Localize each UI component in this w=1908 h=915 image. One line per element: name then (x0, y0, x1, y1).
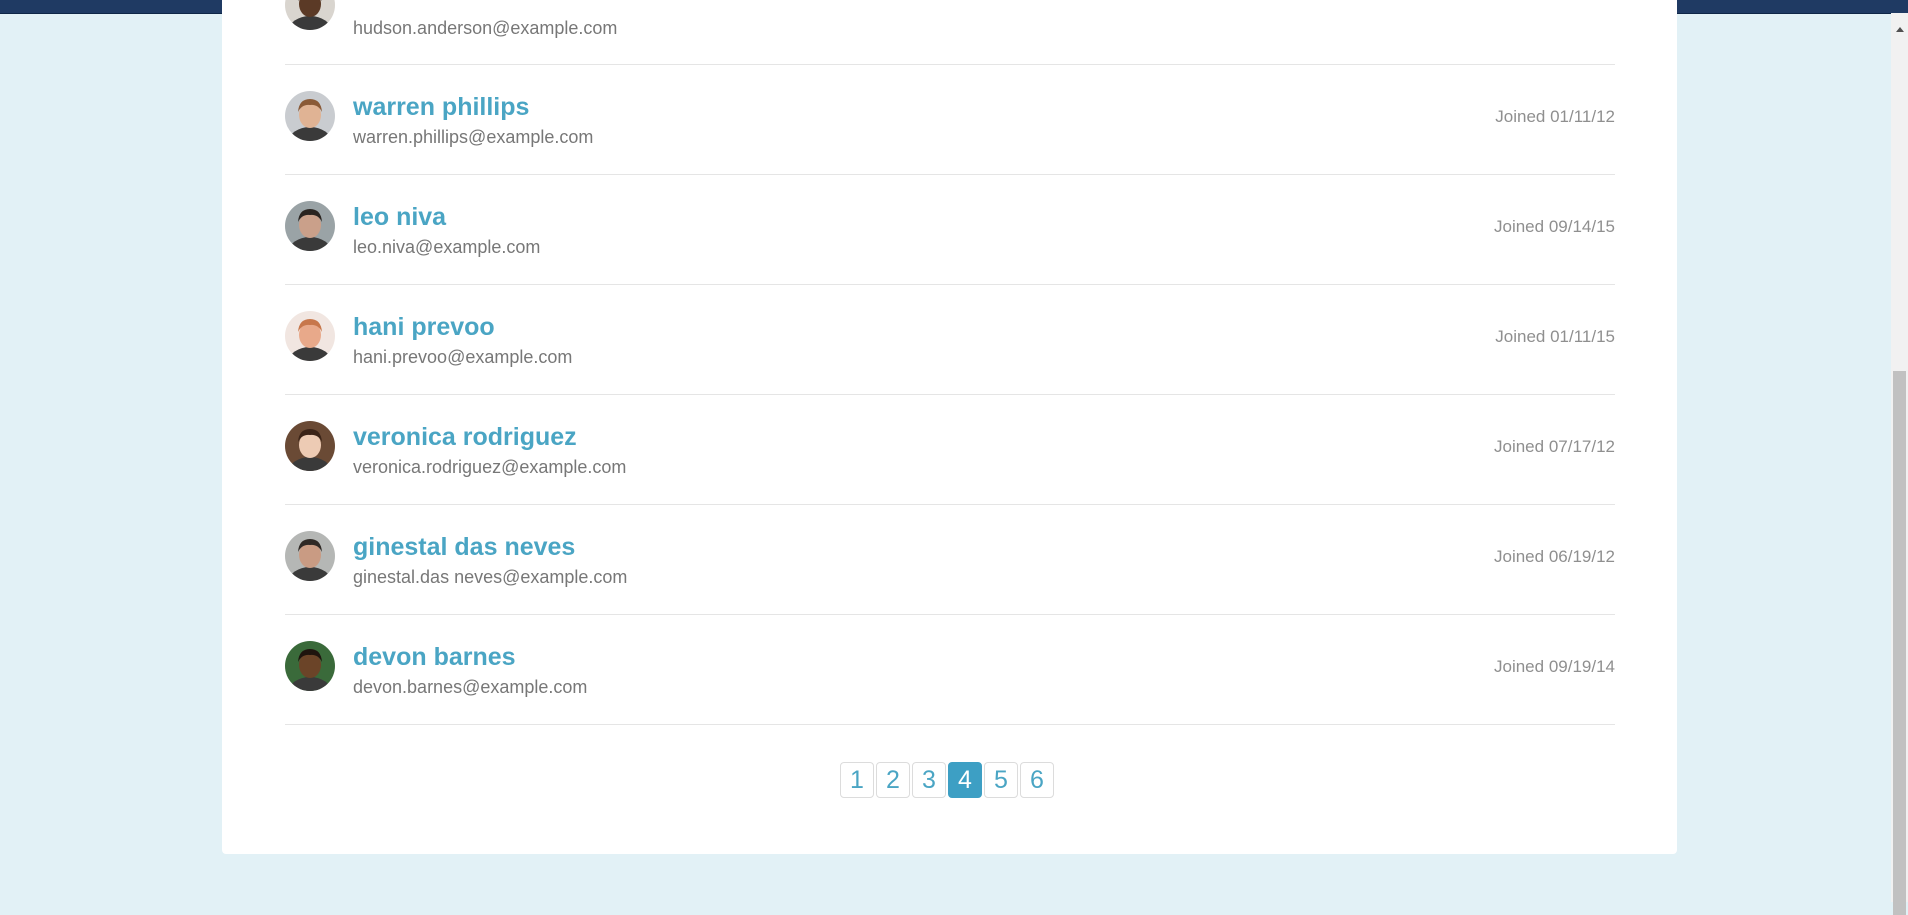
user-row: hani prevoo hani.prevoo@example.com Joined… (285, 285, 1615, 395)
user-row: devon barnes devon.barnes@example.com Join… (285, 615, 1615, 725)
avatar[interactable] (285, 201, 335, 251)
avatar[interactable] (285, 421, 335, 471)
user-row: ginestal das neves ginestal.das neves@exa… (285, 505, 1615, 615)
user-name-link[interactable]: veronica rodriguez (353, 423, 577, 452)
avatar[interactable] (285, 91, 335, 141)
user-name-link[interactable]: hani prevoo (353, 313, 495, 342)
user-row: veronica rodriguez veronica.rodriguez@exa… (285, 395, 1615, 505)
user-email: devon.barnes@example.com (353, 677, 588, 697)
joined-date: Joined 07/17/12 (1494, 437, 1615, 456)
user-name-link[interactable]: ginestal das neves (353, 533, 575, 562)
joined-date: Joined 01/11/15 (1495, 327, 1615, 346)
user-email: warren.phillips@example.com (353, 127, 594, 147)
user-list: hudson.anderson@example.com warren philli… (285, 0, 1615, 725)
user-name-link[interactable]: leo niva (353, 203, 446, 232)
pagination: 123456 (840, 762, 1056, 798)
user-email: hani.prevoo@example.com (353, 347, 573, 367)
page-button-6[interactable]: 6 (1020, 762, 1054, 798)
user-name-link[interactable]: devon barnes (353, 643, 516, 672)
page-button-5[interactable]: 5 (984, 762, 1018, 798)
joined-date: Joined 09/14/15 (1494, 217, 1615, 236)
joined-date: Joined 09/19/14 (1494, 657, 1615, 676)
user-email: veronica.rodriguez@example.com (353, 457, 627, 477)
page-button-4[interactable]: 4 (948, 762, 982, 798)
joined-date: Joined 06/19/12 (1494, 547, 1615, 566)
user-email: hudson.anderson@example.com (353, 18, 618, 38)
avatar[interactable] (285, 531, 335, 581)
page-button-1[interactable]: 1 (840, 762, 874, 798)
joined-date: Joined 01/11/12 (1495, 107, 1615, 126)
user-name-link[interactable]: warren phillips (353, 93, 529, 122)
user-row: hudson.anderson@example.com (285, 0, 1615, 65)
user-email: ginestal.das neves@example.com (353, 567, 628, 587)
page-button-3[interactable]: 3 (912, 762, 946, 798)
page-button-2[interactable]: 2 (876, 762, 910, 798)
scrollbar-thumb[interactable] (1893, 371, 1906, 915)
avatar[interactable] (285, 641, 335, 691)
avatar[interactable] (285, 0, 335, 30)
scroll-up-icon[interactable] (1896, 27, 1904, 32)
scrollbar[interactable] (1891, 13, 1908, 915)
avatar[interactable] (285, 311, 335, 361)
user-row: leo niva leo.niva@example.com Joined 09/14… (285, 175, 1615, 285)
user-email: leo.niva@example.com (353, 237, 541, 257)
user-row: warren phillips warren.phillips@example.c… (285, 65, 1615, 175)
